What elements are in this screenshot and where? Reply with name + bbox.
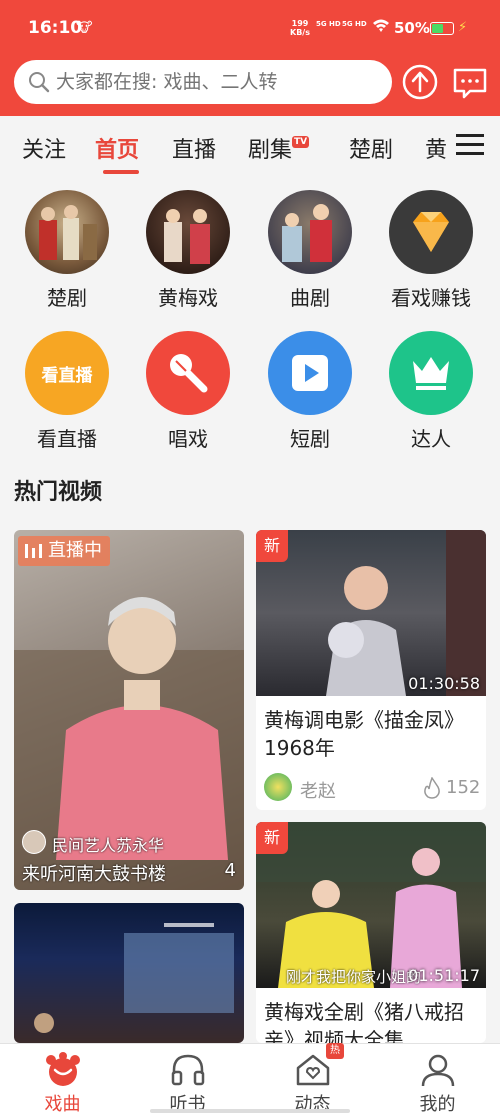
tab-huangmei[interactable]: 黄 — [425, 132, 447, 164]
user-icon — [421, 1054, 455, 1087]
live-video-card[interactable]: 直播中 民间艺人苏永华 来听河南大鼓书楼 4 — [14, 530, 244, 890]
status-time: 16:10 — [28, 18, 83, 38]
video-subtitle: 刚才我把你家小姐的 — [286, 968, 422, 986]
battery-icon — [430, 22, 454, 35]
new-tag: 新 — [256, 822, 288, 854]
battery-percent: 50% — [394, 19, 430, 37]
charging-icon: ⚡ — [458, 20, 468, 35]
category-label: 看戏赚钱 — [391, 286, 471, 310]
video-card[interactable] — [14, 903, 244, 1043]
nav-feed[interactable]: 动态 — [250, 1044, 375, 1115]
video-thumbnail — [256, 530, 486, 696]
category-label: 短剧 — [290, 427, 330, 451]
active-tab-indicator — [103, 170, 139, 174]
author-name: 老赵 — [300, 781, 336, 802]
viewer-count: 4 — [224, 860, 236, 881]
tab-series[interactable]: 剧集 TV — [248, 132, 310, 164]
video-duration: 01:51:17 — [408, 966, 480, 985]
tab-follow[interactable]: 关注 — [22, 132, 66, 164]
video-thumbnail — [256, 822, 486, 988]
network-speed: 199 KB/s — [290, 19, 310, 37]
category-label: 曲剧 — [290, 286, 330, 310]
category-sing[interactable]: 唱戏 — [128, 331, 248, 452]
new-tag: 新 — [256, 530, 288, 562]
hot-badge: 热 — [326, 1043, 344, 1059]
cow-icon: 🐮 — [76, 20, 93, 36]
headphones-icon — [171, 1054, 205, 1086]
tv-badge: TV — [292, 136, 310, 148]
wifi-icon — [372, 18, 390, 36]
tab-live[interactable]: 直播 — [172, 132, 216, 164]
video-title: 黄梅戏全剧《猪八戒招亲》视频大全集 — [264, 1000, 464, 1043]
menu-icon[interactable] — [456, 134, 484, 156]
microphone-icon — [146, 331, 230, 415]
diamond-icon — [389, 190, 473, 274]
category-label: 看直播 — [37, 427, 97, 451]
live-badge-icon: 看直播 — [25, 331, 109, 415]
nav-opera[interactable]: 戏曲 — [0, 1044, 125, 1115]
category-label: 楚剧 — [47, 286, 87, 310]
category-label: 达人 — [411, 427, 451, 451]
nav-profile[interactable]: 我的 — [375, 1044, 500, 1115]
search-icon — [29, 72, 50, 93]
section-title: 热门视频 — [14, 480, 103, 505]
live-bars-icon — [25, 544, 42, 558]
home-indicator — [150, 1109, 350, 1113]
quju-photo — [268, 190, 352, 274]
bottom-nav: 戏曲 听书 动态 我的 — [0, 1043, 500, 1115]
search-box[interactable] — [14, 60, 392, 104]
category-short-drama[interactable]: 短剧 — [250, 331, 370, 452]
tab-chuju[interactable]: 楚剧 — [349, 132, 393, 164]
author-avatar — [264, 773, 292, 801]
video-thumbnail — [14, 903, 244, 1043]
tab-home[interactable]: 首页 — [95, 132, 139, 164]
huangmeixi-photo — [146, 190, 230, 274]
flame-icon — [424, 777, 440, 799]
like-count: 152 — [446, 777, 481, 798]
video-title: 黄梅调电影《描金凤》1968年 — [264, 708, 464, 760]
category-quju[interactable]: 曲剧 — [250, 190, 370, 311]
nav-audiobook[interactable]: 听书 — [125, 1044, 250, 1115]
video-duration: 01:30:58 — [408, 674, 480, 693]
status-bar: 16:10 🐮 199 KB/s 5G HD 5G HD 50% ⚡ — [0, 0, 500, 60]
host-name: 民间艺人苏永华 — [52, 836, 165, 855]
category-earn-coins[interactable]: 看戏赚钱 — [371, 190, 491, 311]
upload-icon[interactable] — [402, 64, 438, 100]
host-avatar — [22, 830, 46, 854]
search-input[interactable] — [56, 68, 376, 96]
signal-1-icon: 5G HD — [316, 20, 341, 28]
live-status-badge: 直播中 — [18, 536, 110, 566]
message-icon[interactable] — [452, 64, 488, 100]
live-title: 来听河南大鼓书楼 — [22, 864, 166, 885]
video-card-miaojinfeng[interactable]: 新 01:30:58 黄梅调电影《描金凤》1968年 老赵 152 — [256, 530, 486, 810]
opera-mask-icon — [46, 1052, 80, 1086]
category-label: 唱戏 — [168, 427, 208, 451]
category-huangmeixi[interactable]: 黄梅戏 — [128, 190, 248, 311]
signal-2-icon: 5G HD — [342, 20, 367, 28]
category-label: 黄梅戏 — [158, 286, 218, 310]
crown-icon — [389, 331, 473, 415]
category-experts[interactable]: 达人 — [371, 331, 491, 452]
video-card-zhubajie[interactable]: 新 刚才我把你家小姐的 01:51:17 黄梅戏全剧《猪八戒招亲》视频大全集 — [256, 822, 486, 1043]
header-bar — [0, 60, 500, 116]
chuju-photo — [25, 190, 109, 274]
play-icon — [268, 331, 352, 415]
category-chuju[interactable]: 楚剧 — [7, 190, 127, 311]
channel-tabs: 关注 首页 直播 剧集 TV 楚剧 黄 — [0, 116, 500, 176]
category-watch-live[interactable]: 看直播 看直播 — [7, 331, 127, 452]
